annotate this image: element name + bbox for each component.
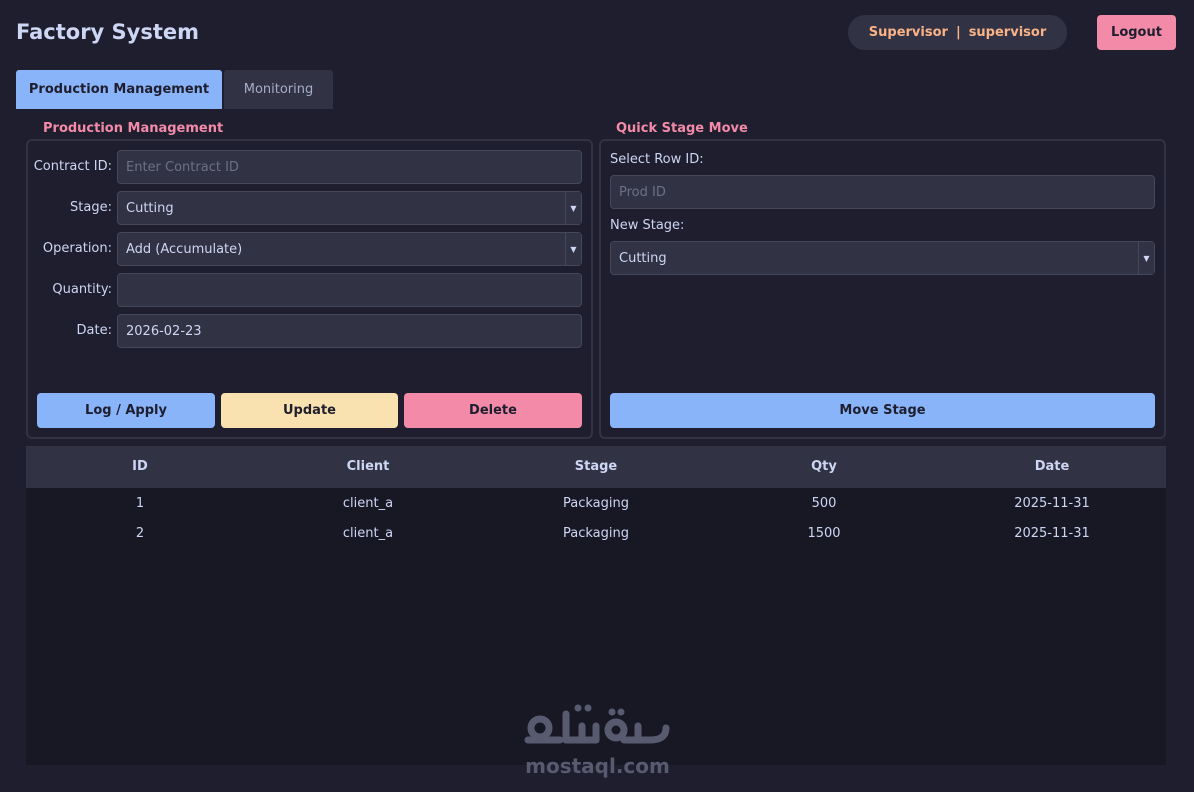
chevron-down-icon[interactable]: ▼ — [565, 192, 581, 224]
user-role: Supervisor — [868, 25, 948, 40]
new-stage-label: New Stage: — [610, 218, 685, 233]
watermark-logo: mostaql.com — [520, 700, 675, 778]
column-header-date[interactable]: Date — [1035, 459, 1070, 474]
production-group-title: Production Management — [43, 121, 224, 136]
stage-label: Stage: — [70, 200, 112, 215]
operation-label: Operation: — [42, 241, 112, 256]
quantity-input[interactable] — [117, 273, 582, 307]
table-row[interactable]: 1 client_a Packaging 500 2025-11-31 — [26, 492, 1166, 518]
tab-production-management[interactable]: Production Management — [16, 70, 222, 109]
log-apply-button[interactable]: Log / Apply — [37, 393, 215, 428]
stage-select[interactable]: Cutting ▼ — [117, 191, 582, 225]
table-cell: 1 — [135, 496, 145, 511]
select-row-label: Select Row ID: — [610, 152, 704, 167]
operation-select[interactable]: Add (Accumulate) ▼ — [117, 232, 582, 266]
column-header-qty[interactable]: Qty — [811, 459, 837, 474]
logout-button[interactable]: Logout — [1097, 15, 1176, 50]
column-header-id[interactable]: ID — [132, 459, 148, 474]
operation-select-value: Add (Accumulate) — [126, 241, 243, 257]
contract-id-input[interactable]: Enter Contract ID — [117, 150, 582, 184]
app-title: Factory System — [16, 20, 200, 44]
column-header-stage[interactable]: Stage — [575, 459, 617, 474]
chevron-down-icon[interactable]: ▼ — [565, 233, 581, 265]
user-separator: | — [955, 25, 961, 40]
column-header-client[interactable]: Client — [347, 459, 390, 474]
table-cell: Packaging — [563, 496, 629, 511]
table-cell: 1500 — [807, 526, 841, 541]
chevron-down-icon[interactable]: ▼ — [1138, 242, 1154, 274]
table-cell: 2025-11-31 — [1014, 496, 1090, 511]
new-stage-select[interactable]: Cutting ▼ — [610, 241, 1155, 275]
mostaql-logo-icon — [524, 704, 670, 744]
quick-move-group-title: Quick Stage Move — [616, 121, 748, 136]
table-cell: client_a — [342, 496, 394, 511]
date-label: Date: — [76, 323, 112, 338]
stage-select-value: Cutting — [126, 200, 174, 216]
tab-monitoring[interactable]: Monitoring — [224, 70, 333, 109]
table-cell: 2 — [135, 526, 145, 541]
update-button[interactable]: Update — [221, 393, 398, 428]
row-id-input[interactable]: Prod ID — [610, 175, 1155, 209]
new-stage-select-value: Cutting — [619, 250, 667, 266]
table-cell: Packaging — [563, 526, 629, 541]
table-cell: client_a — [342, 526, 394, 541]
date-input[interactable]: 2026-02-23 — [117, 314, 582, 348]
quantity-label: Quantity: — [52, 282, 112, 297]
delete-button[interactable]: Delete — [404, 393, 582, 428]
user-badge: Supervisor | supervisor — [848, 15, 1067, 50]
table-header: ID Client Stage Qty Date — [26, 446, 1166, 488]
contract-id-label: Contract ID: — [33, 159, 112, 174]
table-cell: 2025-11-31 — [1014, 526, 1090, 541]
table-row[interactable]: 2 client_a Packaging 1500 2025-11-31 — [26, 522, 1166, 548]
table-cell: 500 — [811, 496, 837, 511]
user-name: supervisor — [968, 25, 1047, 40]
move-stage-button[interactable]: Move Stage — [610, 393, 1155, 428]
watermark-text: mostaql.com — [525, 754, 670, 778]
